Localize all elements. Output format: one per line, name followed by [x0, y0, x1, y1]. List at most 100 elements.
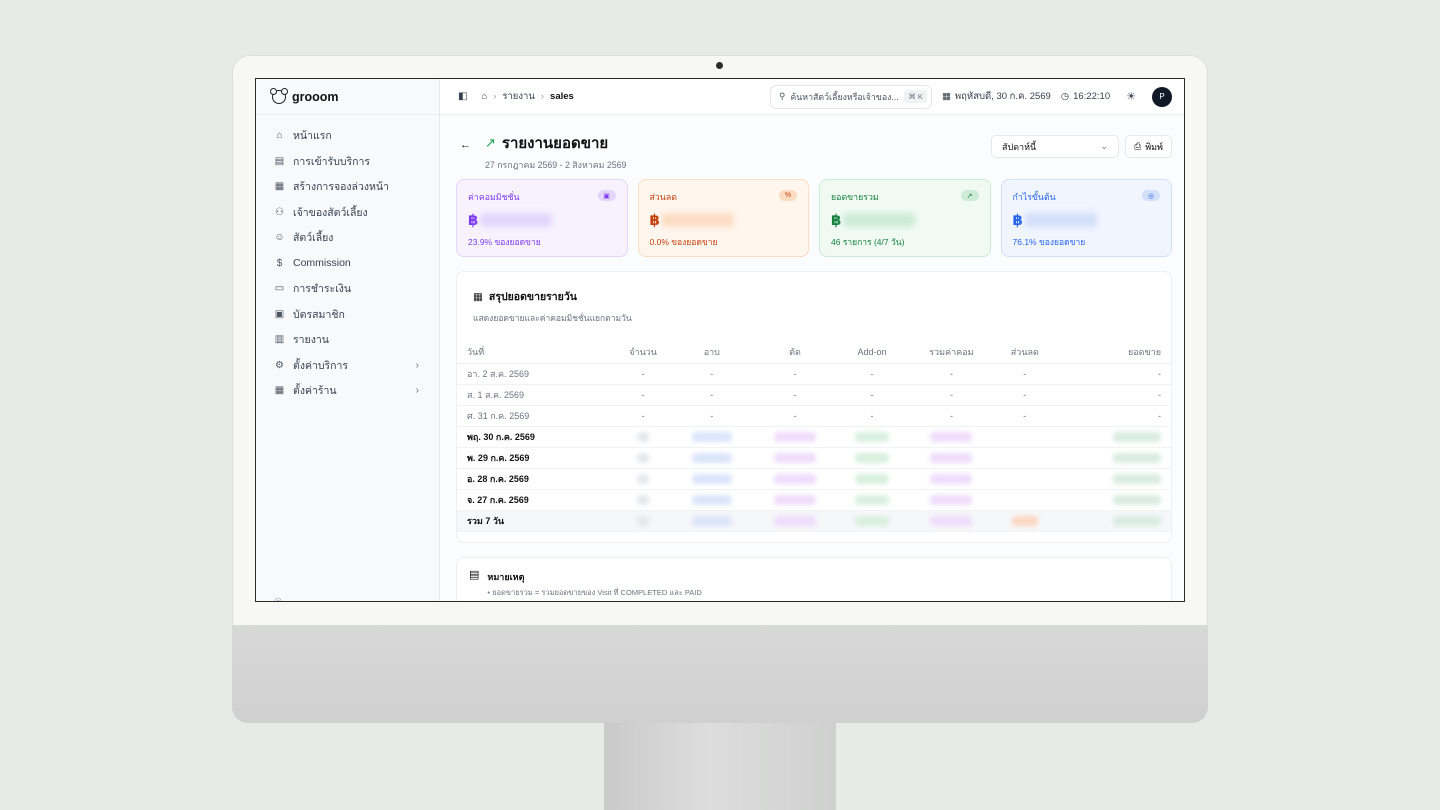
blurred-value	[1113, 494, 1161, 505]
blurred-cell	[671, 426, 753, 448]
sidebar-item[interactable]: ▦ สร้างการจองล่วงหน้า	[256, 174, 439, 200]
sidebar-item-label: การเข้ารับบริการ	[293, 155, 371, 168]
column-header: อาบ	[671, 341, 753, 364]
breadcrumb-reports[interactable]: รายงาน	[502, 89, 534, 104]
search-icon: ⚲	[778, 91, 786, 101]
stat-card-label: ส่วนลด	[649, 192, 677, 202]
footer-icon: ◎	[274, 596, 283, 602]
stat-cards: ค่าคอมมิชชั่น ▣ ฿ 23.9% ของยอดขาย ส่วนลด% ฿ 0.…	[456, 179, 1172, 257]
sidebar-item[interactable]: ⚙ ตั้งค่าบริการ ›	[256, 353, 439, 379]
sidebar-item[interactable]: ▦ ตั้งค่าร้าน ›	[256, 378, 439, 404]
calendar-plus-icon: ▦	[274, 181, 285, 193]
blurred-value	[843, 213, 916, 227]
blurred-value	[930, 431, 973, 442]
back-arrow-icon[interactable]: ←	[460, 139, 471, 151]
row-date: ศ. 31 ก.ค. 2569	[457, 405, 616, 427]
blurred-cell	[752, 468, 838, 490]
theme-toggle-icon[interactable]: ☀	[1126, 90, 1136, 103]
table-row: พ. 29 ก.ค. 2569	[457, 447, 1171, 469]
daily-summary-panel: ▦ สรุปยอดขายรายวัน แสดงยอดขายและค่าคอมมิ…	[456, 271, 1172, 543]
blurred-cell	[752, 489, 838, 511]
stat-card-badge-icon: ↗	[960, 190, 979, 201]
blurred-cell	[615, 426, 672, 448]
notes-panel: ▤ หมายเหตุ • ยอดขายรวม = รวมยอดขายของ Vi…	[456, 557, 1172, 601]
search-input[interactable]: ⚲ ค้นหาสัตว์เลี้ยงหรือเจ้าของ... ⌘ K	[769, 84, 932, 109]
blurred-cell	[996, 468, 1054, 490]
camera-icon	[716, 62, 723, 69]
blurred-value	[855, 494, 890, 505]
column-header: รวมค่าคอม	[906, 341, 997, 364]
sidebar-item[interactable]: ☺ สัตว์เลี้ยง	[256, 225, 439, 251]
stat-card: ค่าคอมมิชชั่น ▣ ฿ 23.9% ของยอดขาย	[456, 179, 628, 257]
blurred-cell	[906, 468, 997, 490]
row-date: จ. 27 ก.ค. 2569	[457, 489, 616, 511]
chevron-down-icon: ⌄	[1100, 141, 1108, 151]
table-row: ศ. 31 ก.ค. 2569- - - - - - -	[457, 405, 1171, 427]
sidebar-item[interactable]: $ Commission	[256, 251, 439, 277]
home-icon[interactable]: ⌂	[481, 91, 487, 102]
sidebar-item[interactable]: ▤ การเข้ารับบริการ	[256, 149, 439, 175]
monitor-chin	[232, 625, 1208, 723]
table-row: ส. 1 ส.ค. 2569- - - - - - -	[457, 384, 1171, 406]
blurred-value	[691, 473, 732, 484]
dollar-icon: $	[276, 257, 283, 269]
blurred-cell	[906, 489, 997, 511]
avatar[interactable]: P	[1152, 86, 1172, 107]
empty-cell: -	[996, 384, 1054, 406]
stat-card-badge-icon: %	[779, 190, 797, 201]
period-value: สัปดาห์นี้	[1001, 141, 1037, 152]
calendar-icon: ▦	[941, 91, 951, 102]
blurred-cell	[837, 447, 907, 469]
blurred-value	[637, 515, 650, 526]
blurred-cell	[996, 447, 1054, 469]
blurred-cell	[837, 426, 907, 448]
main-area: ◧ ⌂ › รายงาน › sales ⚲ ค้นหาสัตว์เลี้ยงห…	[440, 79, 1184, 601]
column-header: จำนวน	[615, 341, 672, 364]
sidebar-toggle-icon[interactable]: ◧	[458, 91, 467, 102]
blurred-cell	[615, 489, 672, 511]
report-icon: ▥	[274, 334, 285, 346]
column-header: วันที่	[457, 341, 616, 364]
sidebar-item[interactable]: ⚇ เจ้าของสัตว์เลี้ยง	[256, 200, 439, 226]
sidebar-item[interactable]: ▥ รายงาน	[256, 327, 439, 353]
blurred-value	[855, 473, 890, 484]
stat-card: กำไรขั้นต้น ◎ ฿ 76.1% ของยอดขาย	[1000, 179, 1172, 257]
empty-cell: -	[615, 384, 672, 406]
currency-symbol: ฿	[649, 212, 660, 229]
empty-cell: -	[671, 363, 753, 385]
blurred-value	[773, 431, 816, 442]
blurred-value	[855, 515, 890, 526]
blurred-value	[773, 452, 816, 463]
document-icon: ▤	[469, 569, 480, 581]
brand-name: grooom	[292, 89, 339, 104]
blurred-cell	[671, 447, 753, 469]
empty-cell: -	[752, 384, 838, 406]
blurred-cell	[671, 489, 753, 511]
sidebar: grooom ⌂ หน้าแรก ▤ การเข้ารับบริการ ▦ สร้างกา…	[256, 79, 440, 601]
brand[interactable]: grooom	[256, 79, 439, 115]
blurred-cell	[837, 489, 907, 511]
search-placeholder: ค้นหาสัตว์เลี้ยงหรือเจ้าของ...	[790, 91, 899, 102]
sidebar-nav: ⌂ หน้าแรก ▤ การเข้ารับบริการ ▦ สร้างการจองล่ว…	[256, 115, 439, 404]
stat-card-label: ค่าคอมมิชชั่น	[468, 192, 520, 202]
blurred-value	[1113, 473, 1161, 484]
row-date: ส. 1 ส.ค. 2569	[457, 384, 616, 406]
sidebar-footer: ◎	[274, 596, 283, 602]
blurred-cell	[1053, 426, 1171, 448]
empty-cell: -	[837, 363, 907, 385]
blurred-value	[637, 431, 650, 442]
date-text: พฤหัสบดี, 30 ก.ค. 2569	[954, 91, 1051, 102]
sidebar-item[interactable]: ▣ บัตรสมาชิก	[256, 302, 439, 328]
blurred-value	[637, 494, 650, 505]
stat-card-value: ฿	[650, 211, 798, 229]
empty-cell: -	[996, 363, 1054, 385]
blurred-cell	[837, 468, 907, 490]
content: ← ↗ รายงานยอดขาย 27 กรกฎาคม 2569 - 2 สิง…	[440, 115, 1184, 601]
page-header: ← ↗ รายงานยอดขาย 27 กรกฎาคม 2569 - 2 สิง…	[456, 131, 1172, 177]
stat-card-badge-icon: ◎	[1142, 190, 1160, 201]
empty-cell: -	[752, 363, 838, 385]
sidebar-item[interactable]: ▭ การชำระเงิน	[256, 276, 439, 302]
print-button[interactable]: ⎙ พิมพ์	[1124, 135, 1172, 158]
sidebar-item[interactable]: ⌂ หน้าแรก	[256, 123, 439, 149]
period-select[interactable]: สัปดาห์นี้ ⌄	[990, 135, 1119, 158]
